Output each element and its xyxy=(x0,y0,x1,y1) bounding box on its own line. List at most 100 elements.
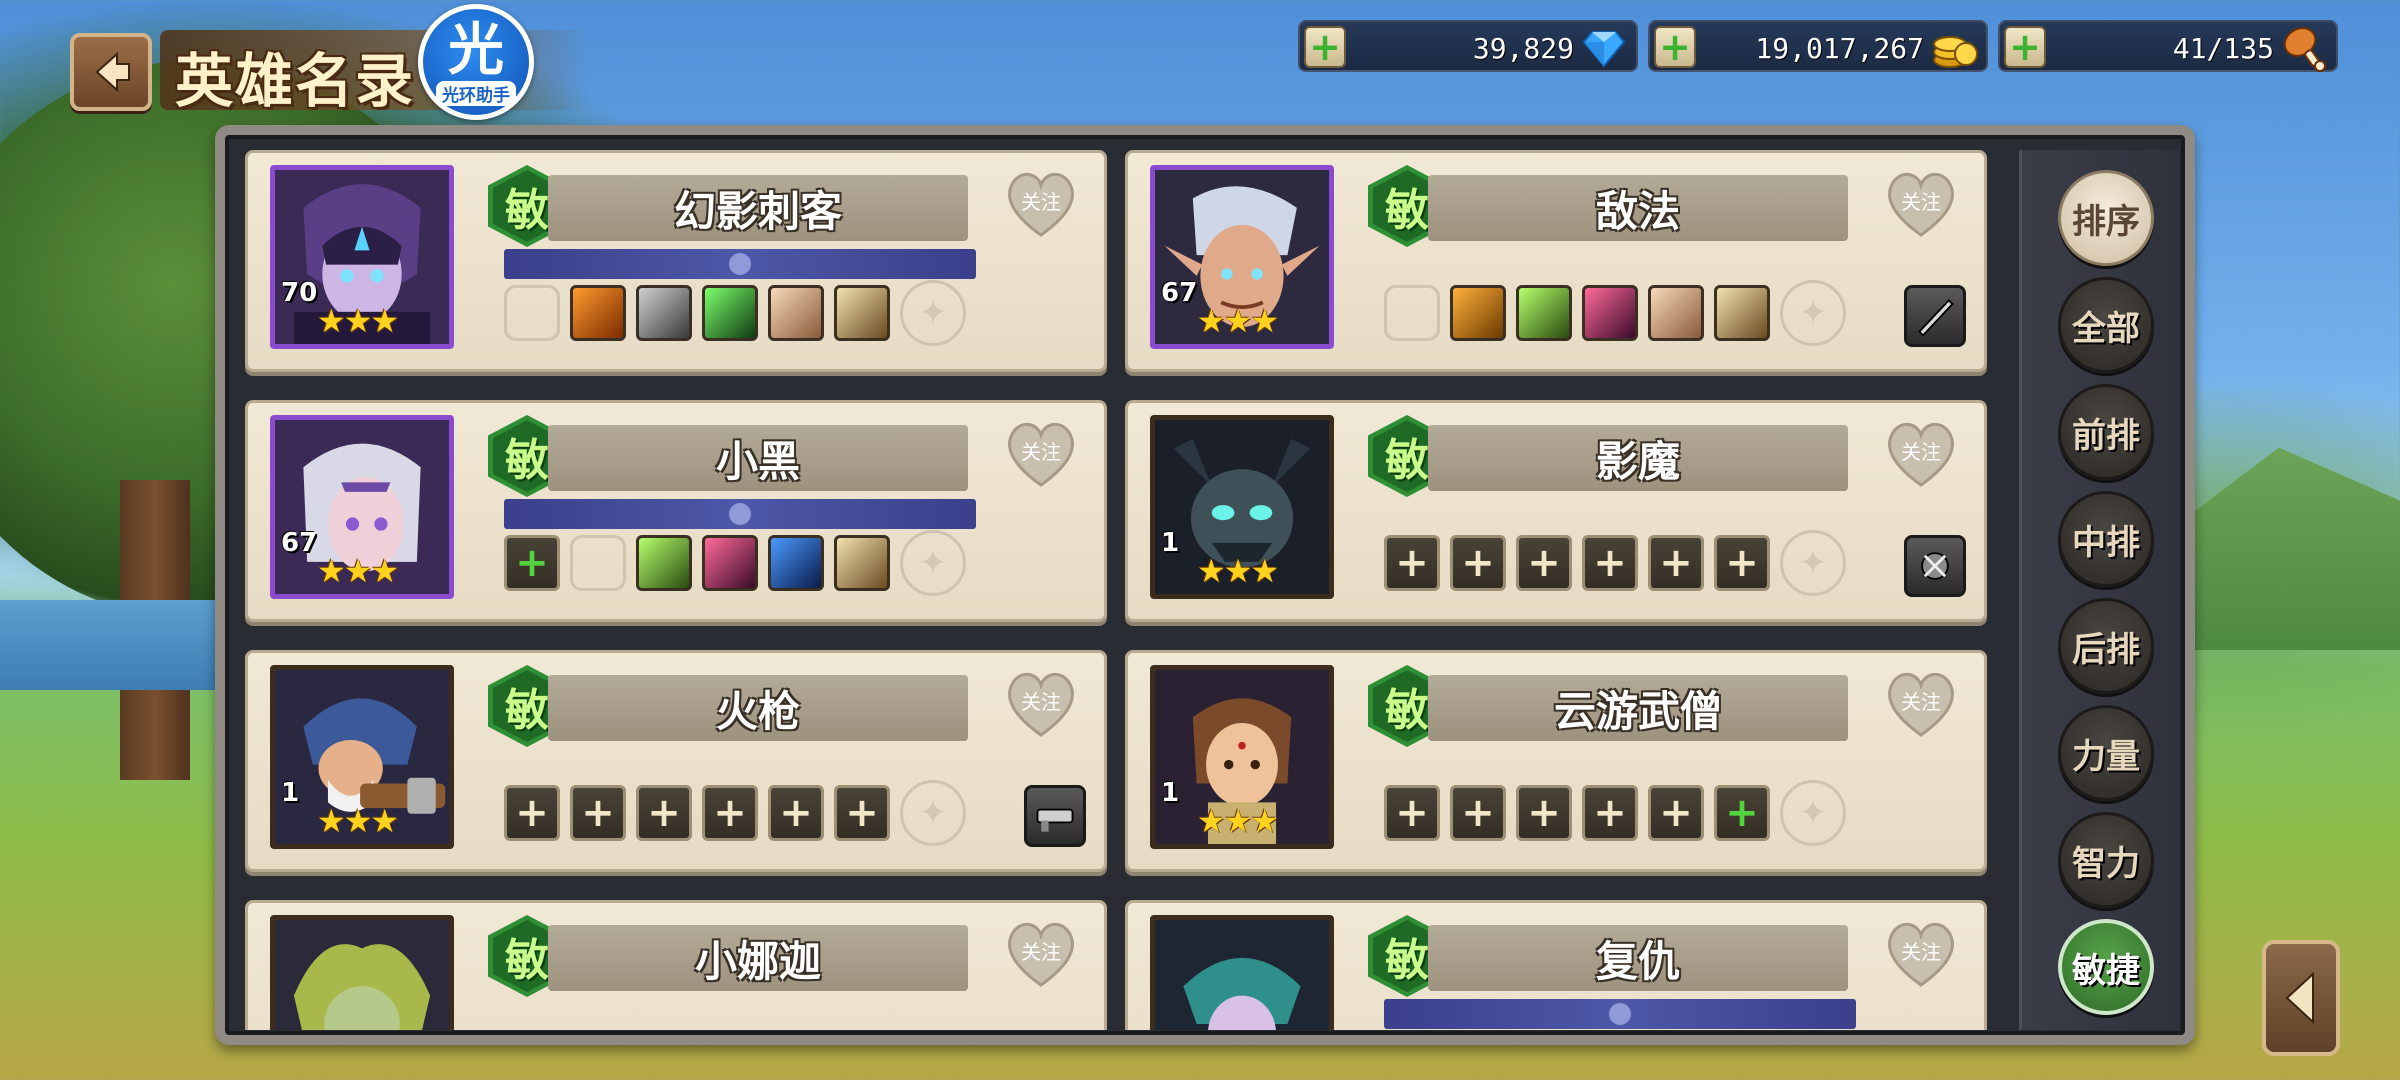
filter-tab-back[interactable]: 后排 xyxy=(2058,598,2154,694)
add-equipment-slot[interactable]: + xyxy=(1582,535,1638,591)
add-equipment-slot[interactable]: + xyxy=(1450,535,1506,591)
add-equipment-slot[interactable]: + xyxy=(504,535,560,591)
hero-card[interactable]: 敏 复仇 关注 xyxy=(1125,900,1987,1030)
add-equipment-slot-available[interactable]: + xyxy=(1714,785,1770,841)
hero-type-label: 敏 xyxy=(505,685,549,736)
sort-button[interactable]: 排序 xyxy=(2058,170,2154,266)
add-gold-button[interactable]: + xyxy=(1654,26,1696,68)
add-equipment-slot[interactable]: + xyxy=(1516,535,1572,591)
add-equipment-slot[interactable]: + xyxy=(1648,535,1704,591)
rune-slot-icon[interactable]: ✦ xyxy=(1780,280,1846,346)
filter-tab-all[interactable]: 全部 xyxy=(2058,277,2154,373)
add-diamond-button[interactable]: + xyxy=(1304,26,1346,68)
follow-button[interactable]: 关注 xyxy=(1000,913,1082,995)
lock-icon xyxy=(1609,1003,1631,1025)
rune-slot-icon[interactable]: ✦ xyxy=(900,780,966,846)
hammer-item-icon[interactable] xyxy=(636,285,692,341)
gauntlet-item-icon[interactable] xyxy=(834,535,890,591)
gauntlet-item-icon[interactable] xyxy=(834,285,890,341)
add-equipment-slot[interactable]: + xyxy=(1384,535,1440,591)
exclusive-weapon-icon[interactable] xyxy=(1904,535,1966,597)
back-button[interactable] xyxy=(70,33,152,111)
hero-card[interactable]: 1 ★★★ 敏 云游武僧 关注 + + + + + + ✦ xyxy=(1125,650,1987,872)
hero-card[interactable]: 1 ★★★ 敏 影魔 关注 + + + + + + ✦ xyxy=(1125,400,1987,622)
filter-tab-strength[interactable]: 力量 xyxy=(2058,705,2154,801)
hero-catalog-panel: 70 ★★★ 敏 幻影刺客 关注 ✦ 67 ★★★ 敏 敌法 关注 ✦ 67 ★… xyxy=(215,125,2195,1045)
orange-dagger-item-icon[interactable] xyxy=(570,285,626,341)
hero-type-label: 敏 xyxy=(505,435,549,486)
crossed-swords-item-icon[interactable] xyxy=(1582,285,1638,341)
hero-portrait[interactable]: 67 ★★★ xyxy=(270,415,454,599)
drum-item-icon[interactable] xyxy=(768,285,824,341)
filter-tab-front[interactable]: 前排 xyxy=(2058,384,2154,480)
hero-portrait-art xyxy=(1155,920,1329,1030)
equipment-slot-empty[interactable] xyxy=(1384,285,1440,341)
hero-card[interactable]: 67 ★★★ 敏 敌法 关注 ✦ xyxy=(1125,150,1987,372)
hero-card[interactable]: 敏 小娜迦 关注 xyxy=(245,900,1107,1030)
axe-item-icon[interactable] xyxy=(1450,285,1506,341)
add-equipment-slot[interactable]: + xyxy=(1648,785,1704,841)
filter-tab-agility[interactable]: 敏捷 xyxy=(2058,919,2154,1015)
add-equipment-slot[interactable]: + xyxy=(504,785,560,841)
blue-sword-item-icon[interactable] xyxy=(768,535,824,591)
hero-portrait[interactable]: 70 ★★★ xyxy=(270,165,454,349)
add-equipment-slot[interactable]: + xyxy=(1450,785,1506,841)
exclusive-weapon-icon[interactable] xyxy=(1024,785,1086,847)
follow-button[interactable]: 关注 xyxy=(1880,413,1962,495)
hero-portrait[interactable]: 1 ★★★ xyxy=(1150,415,1334,599)
follow-label: 关注 xyxy=(1021,689,1061,714)
add-equipment-slot[interactable]: + xyxy=(768,785,824,841)
hero-card[interactable]: 70 ★★★ 敏 幻影刺客 关注 ✦ xyxy=(245,150,1107,372)
crossed-swords-item-icon[interactable] xyxy=(702,535,758,591)
add-equipment-slot[interactable]: + xyxy=(570,785,626,841)
equipment-slot-empty[interactable] xyxy=(570,535,626,591)
follow-button[interactable]: 关注 xyxy=(1880,663,1962,745)
add-equipment-slot[interactable]: + xyxy=(636,785,692,841)
follow-button[interactable]: 关注 xyxy=(1000,663,1082,745)
hero-level: 67 xyxy=(1161,278,1198,308)
hero-portrait-art xyxy=(275,920,449,1030)
add-equipment-slot[interactable]: + xyxy=(834,785,890,841)
add-equipment-slot[interactable]: + xyxy=(1384,785,1440,841)
add-equipment-slot[interactable]: + xyxy=(1714,535,1770,591)
gauntlet-item-icon[interactable] xyxy=(1714,285,1770,341)
staff-item-icon[interactable] xyxy=(1516,285,1572,341)
equipment-slot-empty[interactable] xyxy=(504,285,560,341)
add-equipment-slot[interactable]: + xyxy=(1516,785,1572,841)
hero-portrait[interactable] xyxy=(1150,915,1334,1030)
follow-label: 关注 xyxy=(1901,439,1941,464)
hero-name-plate: 小黑 xyxy=(548,425,968,491)
follow-button[interactable]: 关注 xyxy=(1880,913,1962,995)
rune-slot-icon[interactable]: ✦ xyxy=(900,280,966,346)
hero-stars: ★★★ xyxy=(1197,302,1279,340)
rune-slot-icon[interactable]: ✦ xyxy=(1780,780,1846,846)
hero-portrait[interactable]: 1 ★★★ xyxy=(1150,665,1334,849)
green-blade-item-icon[interactable] xyxy=(702,285,758,341)
follow-button[interactable]: 关注 xyxy=(1000,413,1082,495)
exclusive-weapon-icon[interactable] xyxy=(1904,285,1966,347)
hero-name: 云游武僧 xyxy=(1553,686,1722,736)
rune-slot-icon[interactable]: ✦ xyxy=(1780,530,1846,596)
helper-badge[interactable]: 光 光环助手 xyxy=(418,4,534,120)
expand-side-menu-button[interactable] xyxy=(2262,940,2340,1056)
add-equipment-slot[interactable]: + xyxy=(702,785,758,841)
hero-type-label: 敏 xyxy=(505,185,549,236)
hero-list[interactable]: 70 ★★★ 敏 幻影刺客 关注 ✦ 67 ★★★ 敏 敌法 关注 ✦ 67 ★… xyxy=(245,150,2015,1030)
add-stamina-button[interactable]: + xyxy=(2004,26,2046,68)
staff-item-icon[interactable] xyxy=(636,535,692,591)
hero-portrait[interactable]: 67 ★★★ xyxy=(1150,165,1334,349)
add-equipment-slot[interactable]: + xyxy=(1582,785,1638,841)
follow-button[interactable]: 关注 xyxy=(1880,163,1962,245)
hero-name: 幻影刺客 xyxy=(673,186,842,236)
hero-card[interactable]: 1 ★★★ 敏 火枪 关注 + + + + + + ✦ xyxy=(245,650,1107,872)
rune-slot-icon[interactable]: ✦ xyxy=(900,530,966,596)
hero-portrait[interactable]: 1 ★★★ xyxy=(270,665,454,849)
drum-item-icon[interactable] xyxy=(1648,285,1704,341)
filter-tab-middle[interactable]: 中排 xyxy=(2058,491,2154,587)
hero-name-plate: 云游武僧 xyxy=(1428,675,1848,741)
hero-card[interactable]: 67 ★★★ 敏 小黑 关注 + ✦ xyxy=(245,400,1107,622)
diamond-icon xyxy=(1582,31,1626,68)
hero-portrait[interactable] xyxy=(270,915,454,1030)
filter-tab-intelligence[interactable]: 智力 xyxy=(2058,812,2154,908)
follow-button[interactable]: 关注 xyxy=(1000,163,1082,245)
